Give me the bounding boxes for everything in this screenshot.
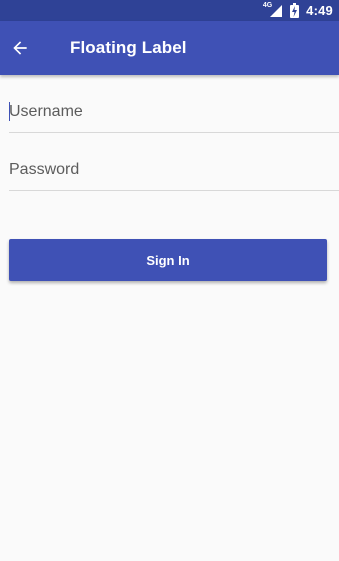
- battery-charging-icon: [290, 3, 300, 18]
- sign-in-button-label: Sign In: [146, 252, 190, 268]
- status-bar: 4G 4:49: [0, 0, 339, 21]
- back-button[interactable]: [4, 32, 36, 64]
- arrow-back-icon: [13, 41, 27, 55]
- username-input[interactable]: [9, 101, 339, 123]
- text-cursor: [9, 102, 10, 121]
- status-clock: 4:49: [306, 3, 333, 18]
- sign-in-button[interactable]: Sign In: [9, 239, 327, 281]
- network-type-label: 4G: [262, 2, 273, 9]
- status-icons: 4G 4:49: [263, 0, 333, 21]
- password-input[interactable]: [9, 159, 339, 181]
- app-bar-title: Floating Label: [70, 38, 187, 57]
- screen: 4G 4:49 Floating Label Sign In: [0, 0, 339, 561]
- username-field: [9, 92, 339, 133]
- password-field: [9, 150, 339, 191]
- app-bar: Floating Label: [0, 21, 339, 75]
